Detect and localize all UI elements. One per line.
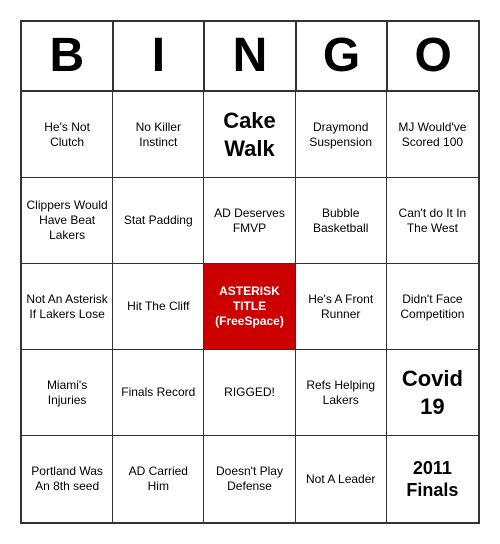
bingo-cell-7: AD Deserves FMVP xyxy=(204,178,295,264)
bingo-cell-14: Didn't Face Competition xyxy=(387,264,478,350)
bingo-cell-20: Portland Was An 8th seed xyxy=(22,436,113,522)
bingo-cell-6: Stat Padding xyxy=(113,178,204,264)
bingo-letter-b: B xyxy=(22,22,114,91)
bingo-cell-13: He's A Front Runner xyxy=(296,264,387,350)
bingo-cell-1: No Killer Instinct xyxy=(113,92,204,178)
bingo-cell-24: 2011 Finals xyxy=(387,436,478,522)
bingo-cell-19: Covid 19 xyxy=(387,350,478,436)
bingo-cell-23: Not A Leader xyxy=(296,436,387,522)
bingo-cell-4: MJ Would've Scored 100 xyxy=(387,92,478,178)
bingo-cell-11: Hit The Cliff xyxy=(113,264,204,350)
bingo-cell-21: AD Carried Him xyxy=(113,436,204,522)
bingo-cell-22: Doesn't Play Defense xyxy=(204,436,295,522)
bingo-cell-8: Bubble Basketball xyxy=(296,178,387,264)
bingo-letter-i: I xyxy=(114,22,206,91)
bingo-header: BINGO xyxy=(22,22,478,93)
bingo-cell-5: Clippers Would Have Beat Lakers xyxy=(22,178,113,264)
bingo-cell-12: ASTERISK TITLE (FreeSpace) xyxy=(204,264,295,350)
bingo-cell-2: Cake Walk xyxy=(204,92,295,178)
bingo-cell-10: Not An Asterisk If Lakers Lose xyxy=(22,264,113,350)
bingo-cell-17: RIGGED! xyxy=(204,350,295,436)
bingo-letter-g: G xyxy=(297,22,389,91)
bingo-cell-0: He's Not Clutch xyxy=(22,92,113,178)
bingo-card: BINGO He's Not ClutchNo Killer InstinctC… xyxy=(20,20,480,525)
bingo-letter-o: O xyxy=(388,22,478,91)
bingo-letter-n: N xyxy=(205,22,297,91)
bingo-cell-18: Refs Helping Lakers xyxy=(296,350,387,436)
bingo-cell-16: Finals Record xyxy=(113,350,204,436)
bingo-cell-9: Can't do It In The West xyxy=(387,178,478,264)
bingo-grid: He's Not ClutchNo Killer InstinctCake Wa… xyxy=(22,92,478,522)
bingo-cell-3: Draymond Suspension xyxy=(296,92,387,178)
bingo-cell-15: Miami's Injuries xyxy=(22,350,113,436)
